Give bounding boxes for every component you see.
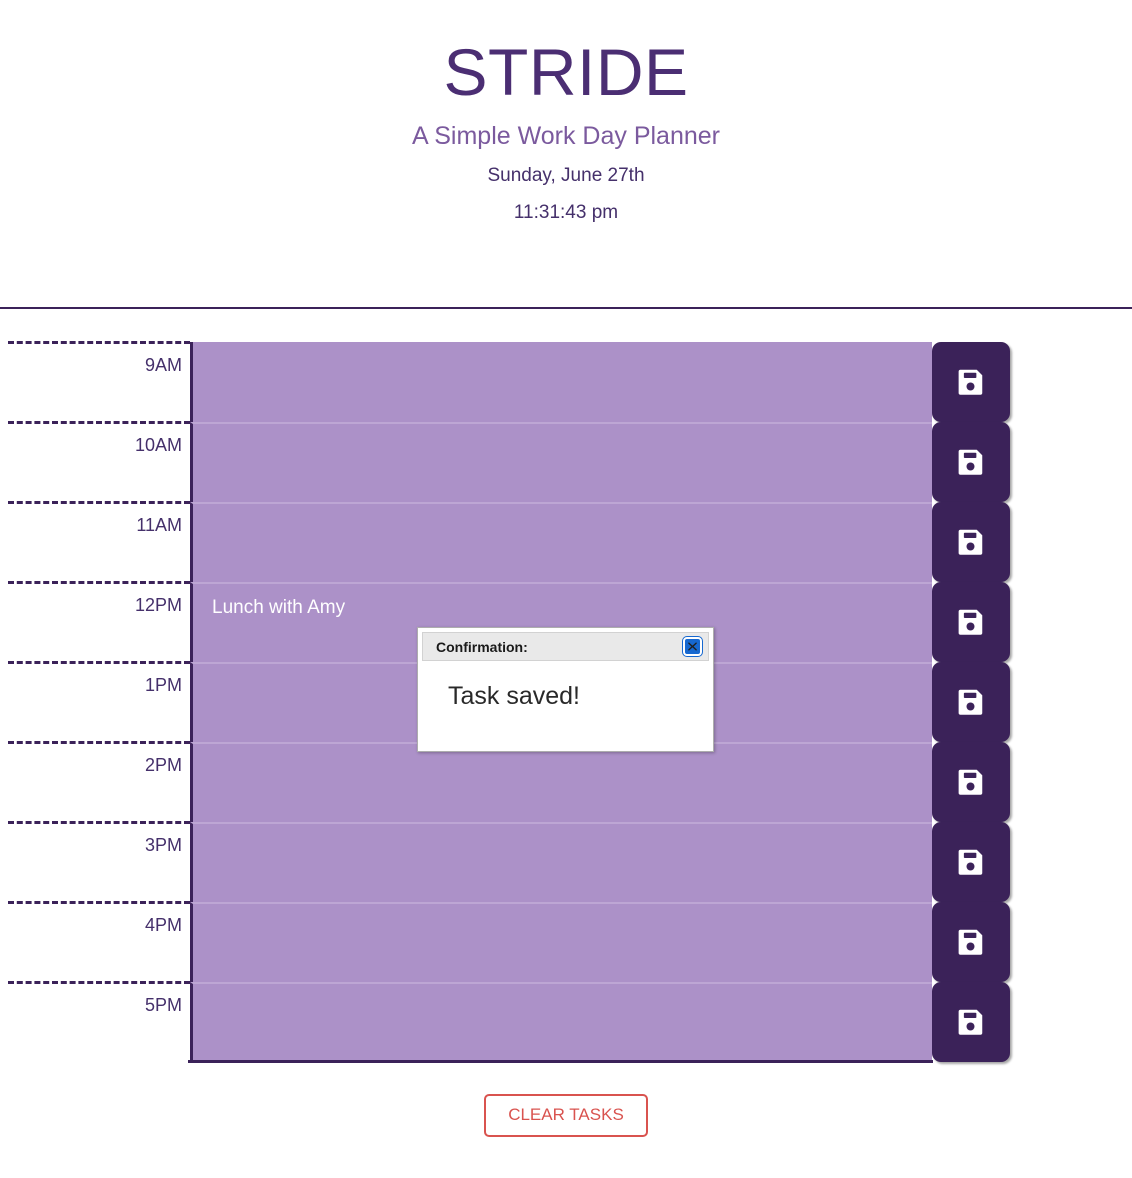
schedule-bottom-border xyxy=(188,1060,933,1063)
task-input[interactable] xyxy=(190,982,932,1062)
task-input[interactable] xyxy=(190,342,932,422)
time-block: 10AM xyxy=(0,421,1132,502)
modal-message: Task saved! xyxy=(448,682,581,710)
hour-label: 2PM xyxy=(0,742,190,822)
hour-label: 5PM xyxy=(0,982,190,1062)
clear-tasks-button[interactable]: CLEAR TASKS xyxy=(484,1094,648,1137)
app-header: STRIDE A Simple Work Day Planner Sunday,… xyxy=(0,0,1132,225)
app-subtitle: A Simple Work Day Planner xyxy=(412,122,720,151)
clear-tasks-container: CLEAR TASKS xyxy=(0,1094,1132,1137)
save-button[interactable] xyxy=(932,582,1010,662)
current-date: Sunday, June 27th xyxy=(487,165,645,187)
floppy-disk-save-icon xyxy=(956,367,986,397)
save-button[interactable] xyxy=(932,342,1010,422)
time-block: 11AM xyxy=(0,501,1132,582)
floppy-disk-save-icon xyxy=(956,447,986,477)
hour-label: 10AM xyxy=(0,422,190,502)
hour-divider xyxy=(8,501,190,504)
hour-label: 1PM xyxy=(0,662,190,742)
modal-title: Confirmation: xyxy=(436,638,528,655)
hour-divider xyxy=(8,821,190,824)
task-input[interactable] xyxy=(190,502,932,582)
hour-label: 4PM xyxy=(0,902,190,982)
floppy-disk-save-icon xyxy=(956,527,986,557)
floppy-disk-save-icon xyxy=(956,927,986,957)
hour-divider xyxy=(8,581,190,584)
hour-divider xyxy=(8,901,190,904)
confirmation-modal: Confirmation: Task saved! xyxy=(417,627,714,752)
modal-header: Confirmation: xyxy=(422,632,709,661)
save-button[interactable] xyxy=(932,982,1010,1062)
time-block: 5PM xyxy=(0,981,1132,1062)
save-button[interactable] xyxy=(932,502,1010,582)
hour-label: 11AM xyxy=(0,502,190,582)
page-title: STRIDE xyxy=(443,35,689,109)
hour-label: 9AM xyxy=(0,342,190,422)
time-block: 2PM xyxy=(0,741,1132,822)
save-button[interactable] xyxy=(932,662,1010,742)
save-button[interactable] xyxy=(932,822,1010,902)
floppy-disk-save-icon xyxy=(956,847,986,877)
hour-divider xyxy=(8,661,190,664)
floppy-disk-save-icon xyxy=(956,687,986,717)
task-input[interactable] xyxy=(190,742,932,822)
save-button[interactable] xyxy=(932,742,1010,822)
close-icon[interactable] xyxy=(683,637,702,656)
floppy-disk-save-icon xyxy=(956,1007,986,1037)
hour-label: 12PM xyxy=(0,582,190,662)
task-input[interactable] xyxy=(190,822,932,902)
hour-divider xyxy=(8,741,190,744)
hour-label: 3PM xyxy=(0,822,190,902)
time-block: 9AM xyxy=(0,341,1132,422)
time-block: 4PM xyxy=(0,901,1132,982)
floppy-disk-save-icon xyxy=(956,607,986,637)
floppy-disk-save-icon xyxy=(956,767,986,797)
task-input[interactable] xyxy=(190,902,932,982)
hour-divider xyxy=(8,341,190,344)
hour-divider xyxy=(8,421,190,424)
save-button[interactable] xyxy=(932,902,1010,982)
time-block: 3PM xyxy=(0,821,1132,902)
save-button[interactable] xyxy=(932,422,1010,502)
header-divider xyxy=(0,307,1132,309)
task-input[interactable] xyxy=(190,422,932,502)
current-time: 11:31:43 pm xyxy=(513,202,619,224)
hour-divider xyxy=(8,981,190,984)
